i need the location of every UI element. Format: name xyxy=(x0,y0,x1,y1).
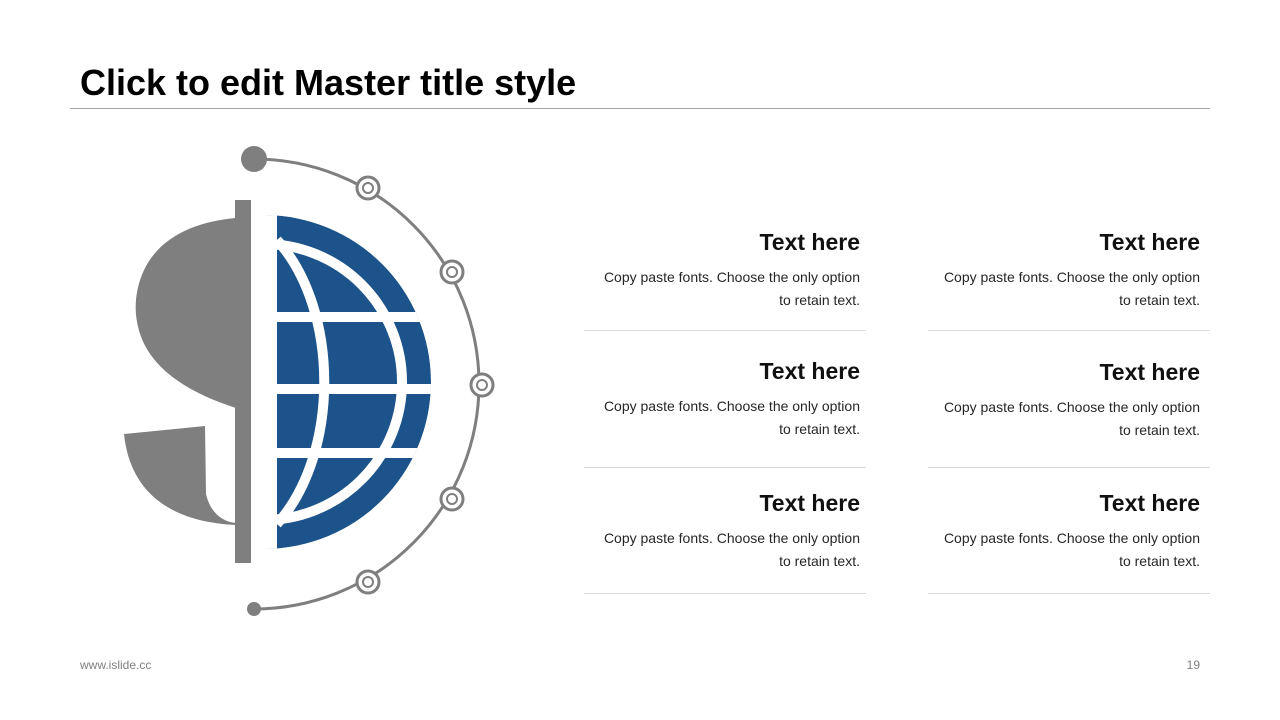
item-body: Copy paste fonts. Choose the only option… xyxy=(603,269,860,308)
item-body: Copy paste fonts. Choose the only option… xyxy=(603,398,860,437)
item-body: Copy paste fonts. Choose the only option… xyxy=(943,530,1200,569)
text-item-6: Text here Copy paste fonts. Choose the o… xyxy=(928,489,1210,594)
dollar-globe-icon xyxy=(124,146,495,616)
orbit-end-dot xyxy=(247,602,261,616)
item-body: Copy paste fonts. Choose the only option… xyxy=(943,399,1200,438)
slide-title: Click to edit Master title style xyxy=(80,62,577,103)
item-title: Text here xyxy=(1099,359,1200,385)
title-divider xyxy=(70,108,1210,109)
item-divider xyxy=(928,593,1210,594)
item-divider xyxy=(928,467,1210,468)
item-divider xyxy=(584,593,866,594)
page-number: 19 xyxy=(1186,658,1200,672)
item-body: Copy paste fonts. Choose the only option… xyxy=(603,530,860,569)
item-title: Text here xyxy=(759,229,860,255)
item-body: Copy paste fonts. Choose the only option… xyxy=(943,269,1200,308)
item-divider xyxy=(928,330,1210,331)
orbit-start-dot xyxy=(241,146,267,172)
dollar-bar xyxy=(235,200,251,563)
dollar-globe-graphic xyxy=(110,140,510,630)
item-title: Text here xyxy=(1099,490,1200,516)
item-divider xyxy=(584,467,866,468)
text-item-2: Text here Copy paste fonts. Choose the o… xyxy=(928,228,1210,331)
text-item-5: Text here Copy paste fonts. Choose the o… xyxy=(584,489,866,594)
item-title: Text here xyxy=(759,358,860,384)
globe-icon xyxy=(264,215,431,549)
item-title: Text here xyxy=(759,490,860,516)
text-item-1: Text here Copy paste fonts. Choose the o… xyxy=(584,228,866,331)
text-item-4: Text here Copy paste fonts. Choose the o… xyxy=(928,358,1210,468)
item-divider xyxy=(584,330,866,331)
item-title: Text here xyxy=(1099,229,1200,255)
text-item-3: Text here Copy paste fonts. Choose the o… xyxy=(584,357,866,468)
footer-url: www.islide.cc xyxy=(80,658,152,672)
